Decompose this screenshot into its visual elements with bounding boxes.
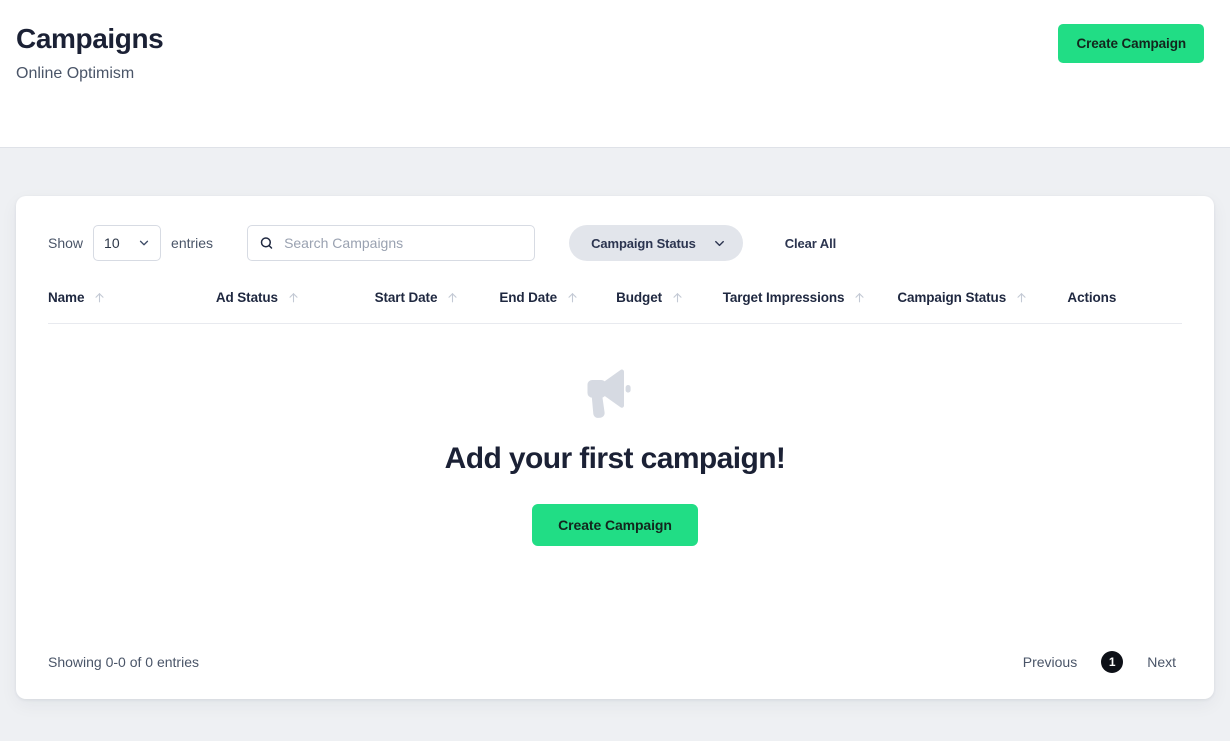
entries-label: entries — [171, 235, 214, 251]
sort-ascending-icon[interactable] — [1015, 291, 1028, 304]
show-entries-group: Show 10 entries — [48, 225, 213, 261]
entries-per-page-select[interactable]: 10 — [93, 225, 162, 261]
sort-ascending-icon[interactable] — [93, 291, 106, 304]
page-subtitle: Online Optimism — [16, 65, 135, 82]
sort-ascending-icon[interactable] — [446, 291, 459, 304]
create-campaign-button-empty-state[interactable]: Create Campaign — [532, 504, 698, 546]
campaign-status-filter-label: Campaign Status — [591, 235, 696, 251]
empty-state-title: Add your first campaign! — [444, 442, 786, 475]
page-title: Campaigns — [16, 23, 164, 54]
table-footer: Showing 0-0 of 0 entries Previous 1 Next — [48, 651, 1182, 673]
create-campaign-button-header[interactable]: Create Campaign — [1058, 24, 1204, 63]
campaigns-card: Show 10 entries Search Campaigns Campaig… — [16, 196, 1214, 699]
column-header-end-date[interactable]: End Date — [499, 290, 617, 324]
column-label: Budget — [616, 290, 663, 305]
showing-entries-text: Showing 0-0 of 0 entries — [48, 654, 199, 670]
column-header-campaign-status[interactable]: Campaign Status — [897, 290, 1068, 324]
header-actions: Create Campaign — [1058, 24, 1204, 63]
column-header-budget[interactable]: Budget — [616, 290, 723, 324]
pagination-current-page[interactable]: 1 — [1101, 651, 1124, 673]
column-header-actions: Actions — [1067, 290, 1182, 324]
column-label: End Date — [499, 290, 558, 305]
table-toolbar: Show 10 entries Search Campaigns Campaig… — [48, 196, 1182, 290]
column-label: Target Impressions — [722, 290, 845, 305]
sort-ascending-icon[interactable] — [671, 291, 684, 304]
empty-state: Add your first campaign! Create Campaign — [48, 324, 1182, 546]
clear-all-button[interactable]: Clear All — [779, 235, 842, 252]
pagination-next-button[interactable]: Next — [1141, 653, 1182, 671]
table-header-row: Name Ad Status Start Date End Date Budge… — [48, 290, 1182, 324]
chevron-down-icon — [137, 236, 151, 250]
campaign-status-filter[interactable]: Campaign Status — [569, 225, 743, 261]
column-header-start-date[interactable]: Start Date — [374, 290, 500, 324]
pagination: Previous 1 Next — [1017, 651, 1182, 673]
campaigns-table: Name Ad Status Start Date End Date Budge… — [48, 290, 1182, 324]
column-label: Start Date — [374, 290, 438, 305]
column-label: Actions — [1067, 290, 1117, 305]
search-input[interactable] — [247, 225, 536, 261]
column-label: Campaign Status — [897, 290, 1007, 305]
sort-ascending-icon[interactable] — [853, 291, 866, 304]
sort-ascending-icon[interactable] — [287, 291, 300, 304]
column-label: Ad Status — [215, 290, 278, 305]
column-label: Name — [48, 290, 85, 305]
column-header-name[interactable]: Name — [48, 290, 216, 324]
show-label: Show — [48, 235, 84, 251]
megaphone-icon — [48, 364, 1182, 426]
column-header-ad-status[interactable]: Ad Status — [215, 290, 375, 324]
chevron-down-icon — [712, 236, 727, 251]
sort-ascending-icon[interactable] — [566, 291, 579, 304]
page-body: Show 10 entries Search Campaigns Campaig… — [0, 148, 1230, 741]
column-header-target-impressions[interactable]: Target Impressions — [722, 290, 898, 324]
page-header: Campaigns Online Optimism Create Campaig… — [0, 0, 1230, 148]
entries-per-page-value: 10 — [104, 235, 120, 251]
pagination-previous-button[interactable]: Previous — [1017, 653, 1083, 671]
search-field — [247, 225, 536, 261]
